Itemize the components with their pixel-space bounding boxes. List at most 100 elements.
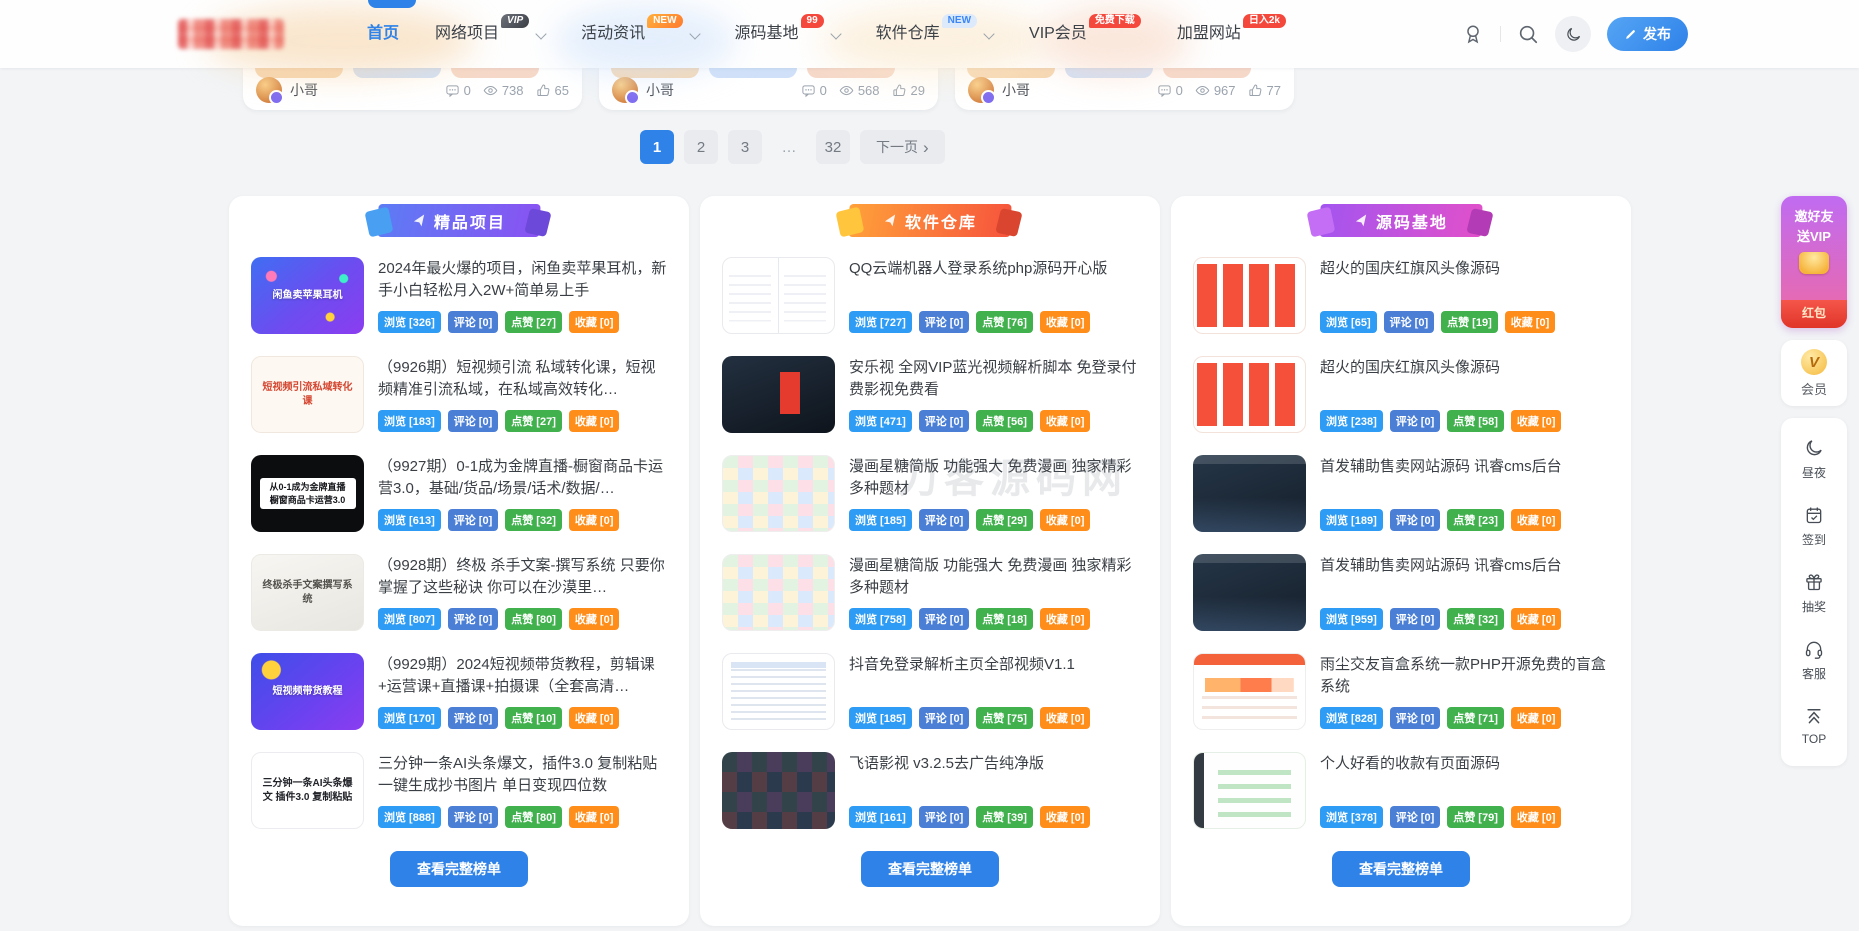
item-thumbnail[interactable]: 短视频带货教程: [251, 653, 364, 730]
nav-item[interactable]: 首页: [367, 0, 399, 68]
ranking-item[interactable]: 短视频引流私域转化课（9926期）短视频引流 私域转化课，短视频精准引流私域，在…: [251, 356, 667, 433]
ranking-item[interactable]: QQ云端机器人登录系统php源码开心版浏览 [727]评论 [0]点赞 [76]…: [722, 257, 1138, 334]
page-button-1[interactable]: 1: [640, 130, 674, 164]
item-thumbnail[interactable]: [722, 356, 835, 433]
item-thumbnail[interactable]: [722, 257, 835, 334]
stat: 65: [536, 83, 569, 98]
metric-badge-views: 浏览 [758]: [849, 608, 912, 630]
item-thumbnail[interactable]: [1193, 455, 1306, 532]
ranking-item[interactable]: 终极杀手文案撰写系统（9928期）终极 杀手文案-撰写系统 只要你掌握了这些秘诀…: [251, 554, 667, 631]
ranking-item[interactable]: 漫画星糖简版 功能强大 免费漫画 独家精彩 多种题材浏览 [185]评论 [0]…: [722, 455, 1138, 532]
nav-item[interactable]: 加盟网站日入2k: [1177, 0, 1286, 68]
stat-value: 967: [1214, 83, 1236, 98]
view-full-ranking-button[interactable]: 查看完整榜单: [390, 851, 528, 887]
sidebar-tool-checkin[interactable]: 签到: [1781, 493, 1847, 560]
nav-item[interactable]: 网络项目VIP: [435, 0, 545, 68]
item-metrics: 浏览 [471]评论 [0]点赞 [56]收藏 [0]: [849, 410, 1138, 432]
ranking-item[interactable]: 首发辅助售卖网站源码 讯睿cms后台浏览 [959]评论 [0]点赞 [32]收…: [1193, 554, 1609, 631]
author-name[interactable]: 小哥: [290, 80, 318, 100]
ranking-item[interactable]: 超火的国庆红旗风头像源码浏览 [65]评论 [0]点赞 [19]收藏 [0]: [1193, 257, 1609, 334]
avatar[interactable]: [256, 77, 282, 103]
sidebar-tool-moon[interactable]: 昼夜: [1781, 426, 1847, 493]
item-thumbnail[interactable]: [1193, 554, 1306, 631]
ranking-item[interactable]: 短视频带货教程（9929期）2024短视频带货教程，剪辑课+运营课+直播课+拍摄…: [251, 653, 667, 730]
item-thumbnail[interactable]: 从0-1成为金牌直播 橱窗商品卡运营3.0: [251, 455, 364, 532]
nav-item[interactable]: VIP会员免费下载: [1029, 0, 1141, 68]
ranking-item[interactable]: 三分钟一条AI头条爆文 插件3.0 复制粘贴三分钟一条AI头条爆文，插件3.0 …: [251, 752, 667, 829]
ranking-item[interactable]: 雨尘交友盲盒系统一款PHP开源免费的盲盒系统浏览 [828]评论 [0]点赞 […: [1193, 653, 1609, 730]
avatar[interactable]: [968, 77, 994, 103]
column-title-ribbon: 源码基地: [1319, 204, 1482, 237]
item-thumbnail[interactable]: [1193, 752, 1306, 829]
metric-badge-views: 浏览 [183]: [378, 410, 441, 432]
author-name[interactable]: 小哥: [1002, 80, 1030, 100]
item-metrics: 浏览 [613]评论 [0]点赞 [32]收藏 [0]: [378, 509, 667, 531]
ranking-item[interactable]: 飞语影视 v3.2.5去广告纯净版浏览 [161]评论 [0]点赞 [39]收藏…: [722, 752, 1138, 829]
post-card-partial[interactable]: 小哥073865: [243, 68, 582, 110]
item-thumbnail[interactable]: [1193, 257, 1306, 334]
metric-badge-views: 浏览 [185]: [849, 707, 912, 729]
tool-label: TOP: [1802, 732, 1826, 746]
item-title: （9927期）0-1成为金牌直播-橱窗商品卡运营3.0，基础/货品/场景/话术/…: [378, 456, 667, 500]
navbar: 首页网络项目VIP 活动资讯NEW 源码基地99 软件仓库NEW VIP会员免费下载加盟…: [0, 0, 1859, 68]
item-thumbnail[interactable]: [722, 554, 835, 631]
ranking-item[interactable]: 抖音免登录解析主页全部视频V1.1浏览 [185]评论 [0]点赞 [75]收藏…: [722, 653, 1138, 730]
nav-item[interactable]: 软件仓库NEW: [876, 0, 993, 68]
item-thumbnail[interactable]: [722, 752, 835, 829]
nav-item-label: 软件仓库: [876, 0, 940, 68]
metric-badge-comments: 评论 [0]: [448, 410, 499, 432]
metric-badge-favorites: 收藏 [0]: [1040, 608, 1091, 630]
sidebar-tool-gift[interactable]: 抽奖: [1781, 560, 1847, 627]
column-item-list: 闲鱼卖苹果耳机2024年最火爆的项目，闲鱼卖苹果耳机，新手小白轻松月入2W+简单…: [229, 257, 689, 829]
metric-badge-favorites: 收藏 [0]: [569, 509, 620, 531]
ranking-item[interactable]: 闲鱼卖苹果耳机2024年最火爆的项目，闲鱼卖苹果耳机，新手小白轻松月入2W+简单…: [251, 257, 667, 334]
chevron-down-icon: [830, 28, 841, 39]
item-thumbnail[interactable]: [1193, 653, 1306, 730]
item-thumbnail[interactable]: [1193, 356, 1306, 433]
item-title: 首发辅助售卖网站源码 讯睿cms后台: [1320, 456, 1609, 478]
medal-icon[interactable]: [1462, 23, 1484, 45]
page-button-2[interactable]: 2: [684, 130, 718, 164]
invite-vip-card[interactable]: 邀好友 送VIP 红包: [1781, 196, 1847, 328]
ranking-column: 源码基地超火的国庆红旗风头像源码浏览 [65]评论 [0]点赞 [19]收藏 […: [1171, 196, 1631, 926]
ranking-item[interactable]: 漫画星糖简版 功能强大 免费漫画 独家精彩 多种题材浏览 [758]评论 [0]…: [722, 554, 1138, 631]
item-metrics: 浏览 [185]评论 [0]点赞 [75]收藏 [0]: [849, 707, 1138, 729]
sidebar-tool-top[interactable]: TOP: [1781, 694, 1847, 758]
ranking-item[interactable]: 从0-1成为金牌直播 橱窗商品卡运营3.0 （9927期）0-1成为金牌直播-橱窗…: [251, 455, 667, 532]
avatar[interactable]: [612, 77, 638, 103]
ranking-item[interactable]: 个人好看的收款有页面源码浏览 [378]评论 [0]点赞 [79]收藏 [0]: [1193, 752, 1609, 829]
item-thumbnail[interactable]: 终极杀手文案撰写系统: [251, 554, 364, 631]
stat-value: 0: [1176, 83, 1183, 98]
item-metrics: 浏览 [378]评论 [0]点赞 [79]收藏 [0]: [1320, 806, 1609, 828]
sidebar-tool-headset[interactable]: 客服: [1781, 627, 1847, 694]
nav-item[interactable]: 活动资讯NEW: [581, 0, 698, 68]
item-thumbnail[interactable]: 短视频引流私域转化课: [251, 356, 364, 433]
view-full-ranking-button[interactable]: 查看完整榜单: [1332, 851, 1470, 887]
metric-badge-favorites: 收藏 [0]: [1040, 707, 1091, 729]
item-thumbnail[interactable]: 三分钟一条AI头条爆文 插件3.0 复制粘贴: [251, 752, 364, 829]
metric-badge-favorites: 收藏 [0]: [1511, 509, 1562, 531]
item-thumbnail[interactable]: [722, 653, 835, 730]
search-icon[interactable]: [1517, 23, 1539, 45]
column-title-ribbon: 软件仓库: [848, 204, 1011, 237]
author-name[interactable]: 小哥: [646, 80, 674, 100]
site-logo[interactable]: [178, 19, 284, 49]
ranking-item[interactable]: 首发辅助售卖网站源码 讯睿cms后台浏览 [189]评论 [0]点赞 [23]收…: [1193, 455, 1609, 532]
item-title: 三分钟一条AI头条爆文，插件3.0 复制粘贴一键生成抄书图片 单日变现四位数: [378, 753, 667, 797]
page-button-32[interactable]: 32: [816, 130, 850, 164]
nav-item[interactable]: 源码基地99: [735, 0, 840, 68]
item-thumbnail[interactable]: 闲鱼卖苹果耳机: [251, 257, 364, 334]
item-thumbnail[interactable]: [722, 455, 835, 532]
like-icon: [892, 83, 907, 98]
metric-badge-comments: 评论 [0]: [448, 311, 499, 333]
view-full-ranking-button[interactable]: 查看完整榜单: [861, 851, 999, 887]
ranking-item[interactable]: 超火的国庆红旗风头像源码浏览 [238]评论 [0]点赞 [58]收藏 [0]: [1193, 356, 1609, 433]
publish-button[interactable]: 发布: [1607, 17, 1688, 51]
ranking-item[interactable]: 安乐视 全网VIP蓝光视频解析脚本 免登录付费影视免费看浏览 [471]评论 […: [722, 356, 1138, 433]
dark-mode-toggle[interactable]: [1555, 16, 1591, 52]
page-button-3[interactable]: 3: [728, 130, 762, 164]
vip-member-card[interactable]: V 会员: [1781, 340, 1847, 406]
item-title: 超火的国庆红旗风头像源码: [1320, 258, 1609, 280]
next-page-button[interactable]: 下一页›: [860, 130, 945, 164]
paper-plane-icon: [412, 213, 428, 228]
